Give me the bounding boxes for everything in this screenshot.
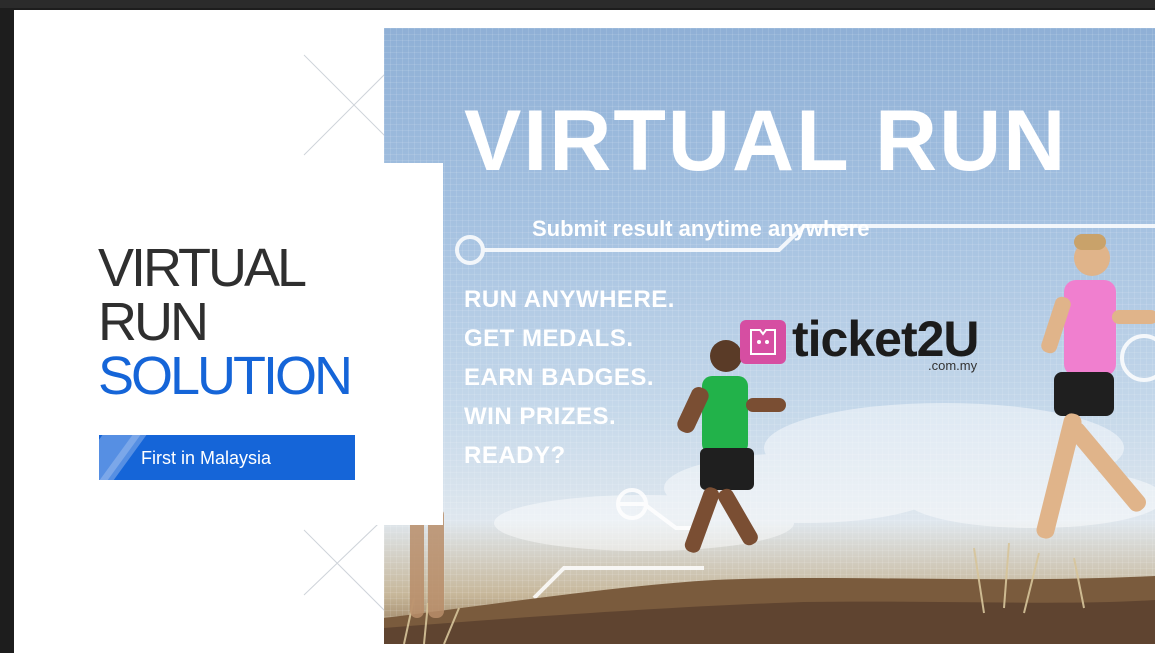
badge-label: First in Malaysia bbox=[141, 448, 272, 468]
heading-line-solution: SOLUTION bbox=[98, 346, 353, 406]
feature-line-earn-badges: EARN BADGES. bbox=[464, 364, 655, 391]
heading-line-run: RUN bbox=[98, 292, 209, 352]
first-in-malaysia-badge: First in Malaysia bbox=[99, 435, 355, 480]
feature-line-ready: READY? bbox=[464, 442, 566, 469]
title-panel: VIRTUAL RUN SOLUTION First in Malaysia bbox=[14, 163, 443, 525]
banner-feature-list: RUN ANYWHERE. GET MEDALS. EARN BADGES. W… bbox=[464, 280, 675, 475]
banner-title: VIRTUAL RUN bbox=[464, 93, 1068, 189]
slide-heading: VIRTUAL RUN SOLUTION bbox=[98, 238, 353, 406]
ticket-icon bbox=[740, 320, 786, 364]
banner-subtitle: Submit result anytime anywhere bbox=[532, 216, 870, 241]
virtual-run-banner-image: VIRTUAL RUN Submit result anytime anywhe… bbox=[384, 28, 1155, 644]
brand-domain: .com.my bbox=[928, 358, 978, 373]
window-top-bar bbox=[0, 0, 1155, 8]
heading-line-virtual: VIRTUAL bbox=[98, 238, 307, 298]
presentation-slide: VIRTUAL RUN Submit result anytime anywhe… bbox=[14, 10, 1155, 653]
feature-line-get-medals: GET MEDALS. bbox=[464, 325, 634, 352]
feature-line-win-prizes: WIN PRIZES. bbox=[464, 403, 617, 430]
feature-line-run-anywhere: RUN ANYWHERE. bbox=[464, 286, 675, 313]
